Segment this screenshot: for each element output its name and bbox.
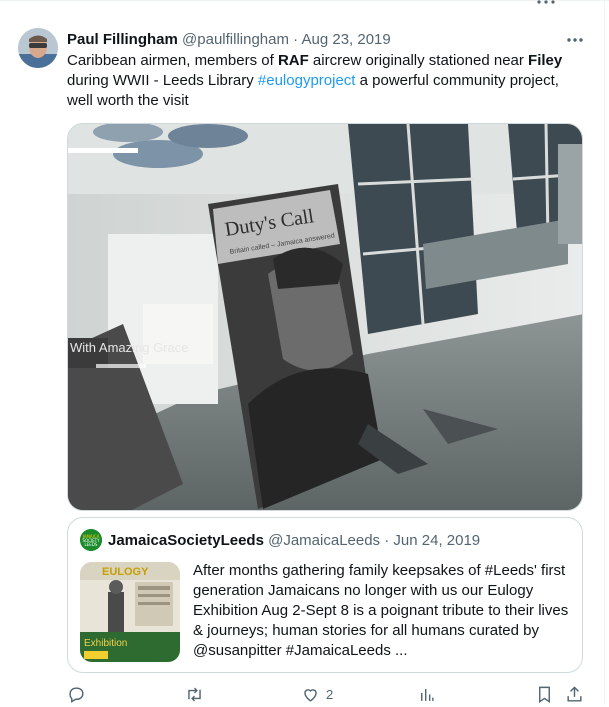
hashtag-link[interactable]: #eulogyproject: [258, 72, 356, 89]
quoted-tweet[interactable]: JAMAICA SOCIETY LEEDS JamaicaSocietyLeed…: [67, 517, 583, 673]
quoted-author-handle[interactable]: @JamaicaLeeds: [268, 532, 380, 549]
eulogy-poster-image: EULOGY Exhibition: [80, 562, 180, 662]
previous-more-icon[interactable]: [536, 0, 556, 6]
tweet-date[interactable]: Aug 23, 2019: [302, 31, 391, 48]
quoted-header: JamaicaSocietyLeeds @JamaicaLeeds · Jun …: [108, 531, 480, 551]
retweet-icon: [188, 687, 201, 701]
quoted-author-name[interactable]: JamaicaSocietyLeeds: [108, 532, 264, 549]
tweet-text-bold-filey: Filey: [528, 52, 563, 69]
side-banner-text: With Amazing Grace: [70, 340, 189, 355]
tweet-text-part: Caribbean airmen, members of: [67, 52, 278, 69]
views-button[interactable]: [417, 683, 436, 705]
header-separator: ·: [293, 31, 299, 48]
like-count: 2: [326, 686, 334, 702]
tweet-photo[interactable]: With Amazing Grace Duty's Call Britain c…: [67, 123, 583, 511]
exhibition-photo: With Amazing Grace Duty's Call Britain c…: [68, 124, 582, 510]
quoted-header-separator: ·: [384, 532, 390, 549]
tweet-header: Paul Fillingham @paulfillingham · Aug 23…: [67, 30, 391, 50]
tweet-text-part: aircrew originally stationed near: [308, 52, 529, 69]
tweet-text: Caribbean airmen, members of RAF aircrew…: [67, 51, 587, 111]
bookmark-button[interactable]: [535, 683, 554, 705]
thumb-title: EULOGY: [102, 566, 149, 578]
jamaica-society-logo: JAMAICA SOCIETY LEEDS: [80, 529, 102, 551]
svg-text:LEEDS: LEEDS: [85, 542, 98, 547]
like-button[interactable]: 2: [301, 683, 333, 705]
author-name[interactable]: Paul Fillingham: [67, 31, 178, 48]
quoted-date[interactable]: Jun 24, 2019: [393, 532, 480, 549]
tweet-text-bold-raf: RAF: [277, 52, 309, 69]
retweet-button[interactable]: [185, 683, 204, 705]
avatar[interactable]: [18, 28, 58, 68]
tweet-actions: 2: [0, 683, 609, 707]
heart-icon: [304, 688, 317, 702]
more-options-icon[interactable]: [564, 31, 586, 49]
top-divider: [0, 0, 609, 1]
reply-button[interactable]: [67, 683, 86, 705]
thumb-label: Exhibition: [84, 638, 127, 649]
quoted-thumbnail[interactable]: EULOGY Exhibition: [80, 562, 180, 662]
share-icon: [567, 685, 582, 702]
reply-icon: [69, 686, 84, 703]
views-icon: [421, 688, 434, 701]
quoted-text: After months gathering family keepsakes …: [193, 562, 569, 659]
avatar-image: [18, 28, 58, 68]
right-divider: [604, 0, 605, 705]
share-button[interactable]: [565, 683, 584, 705]
author-handle[interactable]: @paulfillingham: [182, 31, 289, 48]
bookmark-icon: [539, 686, 550, 703]
quoted-avatar[interactable]: JAMAICA SOCIETY LEEDS: [80, 529, 102, 551]
tweet-text-part: during WWII - Leeds Library: [67, 72, 258, 89]
